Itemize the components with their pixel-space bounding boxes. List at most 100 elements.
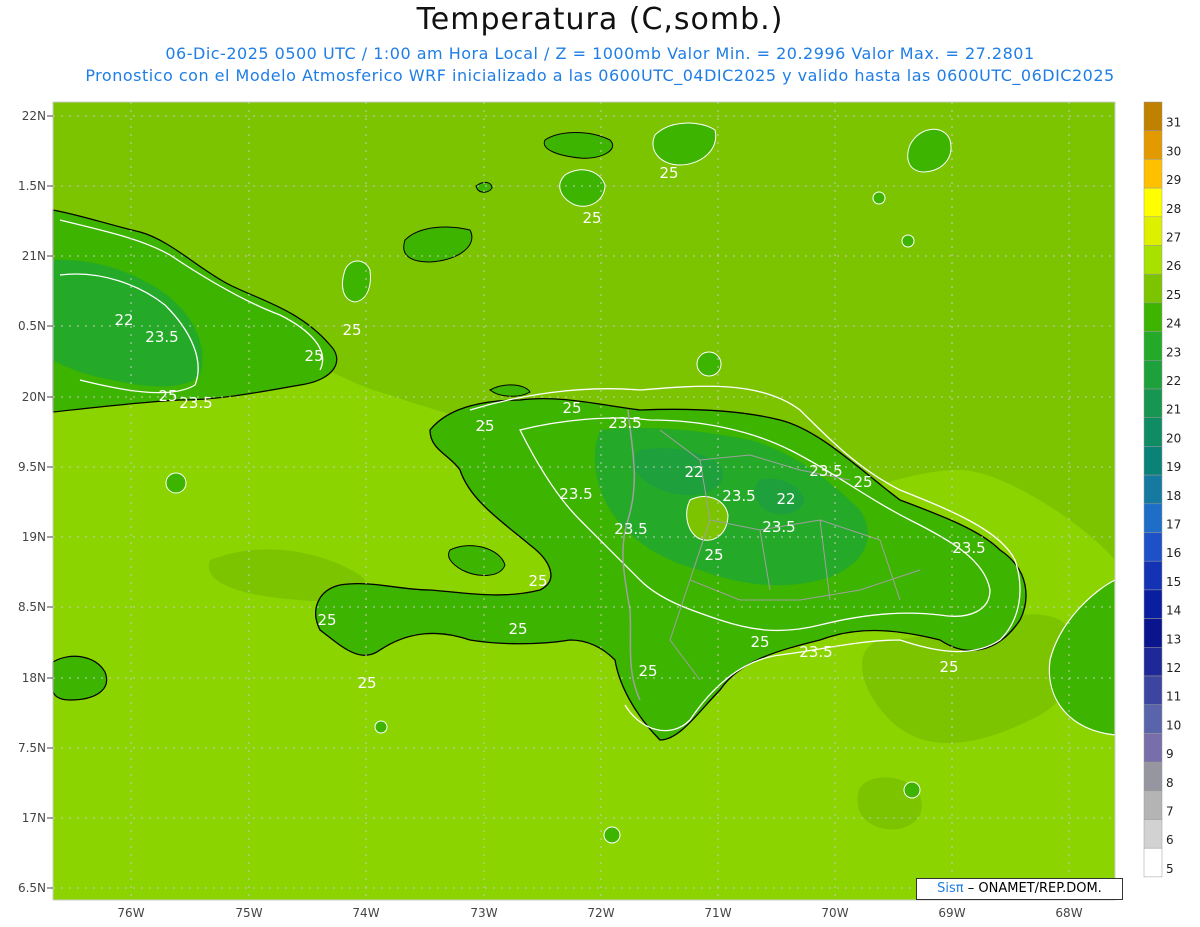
- contour-label: 25: [508, 620, 527, 638]
- contour-label: 22: [776, 490, 795, 508]
- contour-label: 22: [684, 463, 703, 481]
- x-tick-label: 72W: [587, 906, 614, 920]
- y-tick-label: 20N: [22, 390, 46, 404]
- island-small-2: [872, 191, 886, 205]
- contour-label: 25: [638, 662, 657, 680]
- colorbar-label: 17: [1166, 518, 1181, 532]
- colorbar-label: 19: [1166, 460, 1181, 474]
- x-axis: 76W 75W 74W 73W 72W 71W 70W 69W 68W: [117, 906, 1082, 920]
- colorbar-swatch: [1143, 446, 1163, 476]
- contour-label: 25: [939, 658, 958, 676]
- colorbar-swatch: [1143, 474, 1163, 505]
- colorbar-label: 8: [1166, 776, 1174, 790]
- contour-label: 23.5: [608, 414, 641, 432]
- x-tick-label: 75W: [235, 906, 262, 920]
- y-tick-label: 22N: [22, 109, 46, 123]
- colorbar-label: 26: [1166, 259, 1181, 273]
- y-tick-label: 1.5N: [18, 179, 46, 193]
- contour-label: 25: [158, 387, 177, 405]
- credit-box: Sisπ – ONAMET/REP.DOM.: [916, 878, 1123, 900]
- colorbar: 31 30 29 28 27 26 25 24 23 22 21 20 19 18 17 16 15 14 13 12…: [1143, 101, 1181, 878]
- colorbar-swatch: [1143, 159, 1163, 189]
- colorbar-label: 27: [1166, 231, 1181, 245]
- colorbar-swatch: [1143, 618, 1163, 648]
- colorbar-label: 25: [1166, 288, 1181, 302]
- island-small-6: [603, 826, 621, 844]
- contour-label: 25: [853, 473, 872, 491]
- contour-label: 23.5: [559, 485, 592, 503]
- contour-label: 25: [317, 611, 336, 629]
- colorbar-swatch: [1143, 101, 1163, 131]
- contour-label: 25: [562, 399, 581, 417]
- colorbar-swatch: [1143, 733, 1163, 763]
- colorbar-swatch: [1143, 302, 1163, 332]
- colorbar-label: 13: [1166, 632, 1181, 646]
- y-tick-label: 7.5N: [18, 741, 46, 755]
- x-tick-label: 68W: [1055, 906, 1082, 920]
- colorbar-swatch: [1143, 704, 1163, 734]
- colorbar-label: 18: [1166, 489, 1181, 503]
- y-tick-label: 18N: [22, 671, 46, 685]
- colorbar-label: 14: [1166, 604, 1181, 618]
- x-tick-label: 76W: [117, 906, 144, 920]
- contour-label: 25: [475, 417, 494, 435]
- colorbar-swatch: [1143, 790, 1163, 820]
- contour-label: 25: [528, 572, 547, 590]
- contour-label: 23.5: [799, 643, 832, 661]
- colorbar-swatch: [1143, 589, 1163, 619]
- contour-label: 23.5: [614, 520, 647, 538]
- colorbar-swatch: [1143, 360, 1163, 390]
- x-tick-label: 69W: [938, 906, 965, 920]
- contour-label: 23.5: [809, 462, 842, 480]
- y-tick-label: 0.5N: [18, 319, 46, 333]
- colorbar-swatch: [1143, 847, 1163, 878]
- colorbar-swatch: [1143, 417, 1163, 447]
- colorbar-swatch: [1143, 647, 1163, 677]
- contour-label: 23.5: [952, 539, 985, 557]
- y-tick-label: 6.5N: [18, 881, 46, 895]
- contour-label: 23.5: [179, 394, 212, 412]
- colorbar-label: 15: [1166, 575, 1181, 589]
- colorbar-label: 28: [1166, 202, 1181, 216]
- contour-label: 25: [357, 674, 376, 692]
- contour-label: 25: [304, 347, 323, 365]
- island-small-3: [165, 472, 187, 494]
- contour-label: 25: [659, 164, 678, 182]
- contour-label: 25: [342, 321, 361, 339]
- colorbar-label: 9: [1166, 747, 1174, 761]
- colorbar-label: 29: [1166, 173, 1181, 187]
- contour-label: 23.5: [145, 328, 178, 346]
- y-axis-ticks: [47, 115, 53, 889]
- credit-text: – ONAMET/REP.DOM.: [967, 881, 1102, 896]
- colorbar-swatch: [1143, 675, 1163, 705]
- contour-label: 25: [704, 546, 723, 564]
- colorbar-label: 5: [1166, 862, 1174, 876]
- island-small-4: [696, 351, 722, 377]
- colorbar-swatch: [1143, 532, 1163, 562]
- colorbar-swatch: [1143, 245, 1163, 275]
- colorbar-swatch: [1143, 388, 1163, 418]
- colorbar-label: 10: [1166, 718, 1181, 732]
- sisp-logo: Sisπ: [937, 881, 964, 896]
- temperature-map: 25 25 25 25 23.5 23.5 22 25 23.5 25 23.5…: [18, 101, 1181, 920]
- colorbar-label: 24: [1166, 317, 1181, 331]
- colorbar-swatch: [1143, 761, 1163, 792]
- colorbar-label: 16: [1166, 546, 1181, 560]
- colorbar-label: 12: [1166, 661, 1181, 675]
- island-small-5: [374, 720, 388, 734]
- colorbar-label: 30: [1166, 144, 1181, 158]
- colorbar-swatch: [1143, 273, 1163, 304]
- y-tick-label: 17N: [22, 811, 46, 825]
- colorbar-swatch: [1143, 130, 1163, 160]
- colorbar-swatch: [1143, 560, 1163, 591]
- y-tick-label: 8.5N: [18, 600, 46, 614]
- contour-label: 25: [582, 209, 601, 227]
- x-tick-label: 71W: [704, 906, 731, 920]
- contour-label: 25: [750, 633, 769, 651]
- island-small-1: [901, 234, 915, 248]
- colorbar-label: 22: [1166, 374, 1181, 388]
- colorbar-label: 21: [1166, 403, 1181, 417]
- colorbar-swatch: [1143, 216, 1163, 246]
- colorbar-label: 20: [1166, 431, 1181, 445]
- colorbar-label: 7: [1166, 805, 1174, 819]
